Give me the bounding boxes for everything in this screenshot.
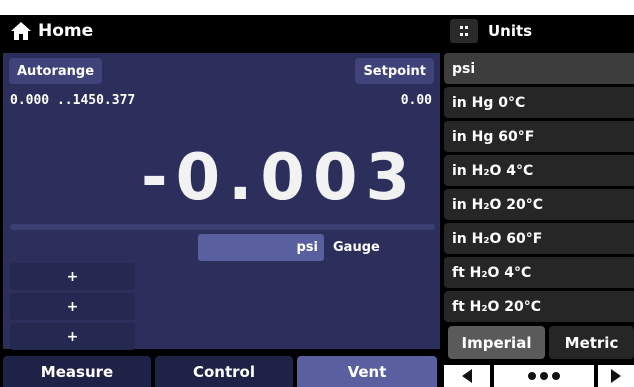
mode-label: Gauge xyxy=(333,240,380,255)
setpoint-value: 0.00 xyxy=(400,93,432,108)
unit-item-psi[interactable]: psi xyxy=(444,53,634,84)
setpoint-button[interactable]: Setpoint xyxy=(355,58,434,84)
header: Home xyxy=(0,15,440,47)
tab-control[interactable]: Control xyxy=(155,356,293,387)
range-text: 0.000 ..1450.377 xyxy=(10,93,136,108)
pressure-reading: -0.003 xyxy=(141,141,418,215)
page-title: Home xyxy=(38,21,94,41)
unit-item-inh2o-4c[interactable]: in H₂O 4°C xyxy=(444,155,634,186)
units-title: Units xyxy=(488,22,533,40)
home-icon[interactable] xyxy=(10,20,32,42)
more-dots-icon[interactable] xyxy=(494,365,594,387)
tab-measure[interactable]: Measure xyxy=(3,356,151,387)
plus-button-1[interactable]: + xyxy=(10,263,135,290)
metric-button[interactable]: Metric xyxy=(549,326,634,359)
unit-item-inhg-0c[interactable]: in Hg 0°C xyxy=(444,87,634,118)
tab-vent[interactable]: Vent xyxy=(297,356,437,387)
imperial-button[interactable]: Imperial xyxy=(448,326,545,359)
plus-button-2[interactable]: + xyxy=(10,293,135,320)
unit-item-fth2o-4c[interactable]: ft H₂O 4°C xyxy=(444,257,634,288)
grid-menu-icon[interactable] xyxy=(450,19,478,43)
arrow-right-icon[interactable] xyxy=(598,365,634,387)
units-header: Units xyxy=(444,15,634,47)
unit-selector[interactable]: psi xyxy=(198,234,324,261)
unit-item-inh2o-20c[interactable]: in H₂O 20°C xyxy=(444,189,634,220)
unit-item-fth2o-20c[interactable]: ft H₂O 20°C xyxy=(444,291,634,322)
plus-button-3[interactable]: + xyxy=(10,323,135,350)
measurement-panel: Autorange Setpoint 0.000 ..1450.377 0.00… xyxy=(3,53,440,350)
unit-item-inhg-60f[interactable]: in Hg 60°F xyxy=(444,121,634,152)
arrow-left-icon[interactable] xyxy=(444,365,490,387)
autorange-button[interactable]: Autorange xyxy=(9,58,103,84)
screen: Home Units Autorange Setpoint 0.000 ..14… xyxy=(0,15,634,387)
range-bar xyxy=(10,224,435,230)
unit-item-inh2o-60f[interactable]: in H₂O 60°F xyxy=(444,223,634,254)
